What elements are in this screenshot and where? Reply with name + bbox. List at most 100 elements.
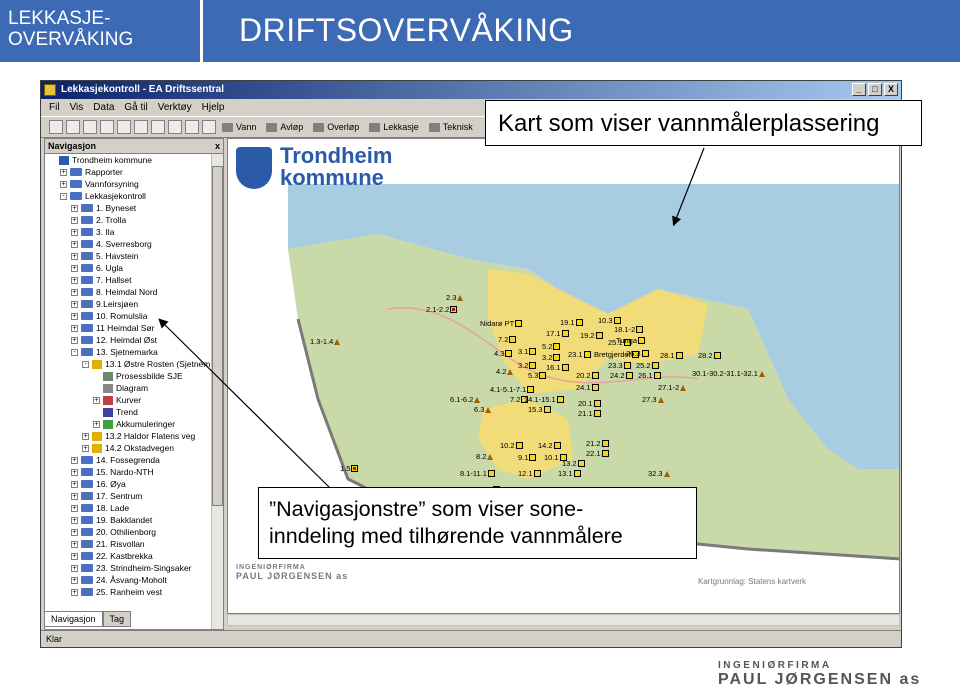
meter-marker[interactable]: 4.1-5.1-7.1 — [490, 385, 535, 394]
meter-marker[interactable]: 6.1-6.2 — [450, 395, 481, 404]
tree-item[interactable]: Trend — [93, 406, 138, 418]
refresh-icon[interactable] — [83, 120, 97, 134]
meter-marker[interactable]: 19.2 — [580, 331, 603, 340]
meter-marker[interactable]: 24.2 — [610, 371, 633, 380]
meter-marker[interactable]: 5.2 — [542, 342, 561, 351]
expand-icon[interactable]: + — [60, 180, 67, 188]
toolbar-vann-button[interactable]: Vann — [219, 119, 260, 135]
meter-marker[interactable]: 2.3 — [446, 293, 464, 302]
meter-marker[interactable]: 27.1-2 — [658, 383, 687, 392]
expand-icon[interactable]: + — [71, 324, 78, 332]
meter-marker[interactable]: 26.3 — [626, 349, 649, 358]
meter-marker[interactable]: 20.1 — [578, 399, 601, 408]
tree-item[interactable]: +12. Heimdal Øst — [71, 334, 157, 346]
expand-icon[interactable]: + — [71, 240, 78, 248]
meter-marker[interactable]: 10.2 — [500, 441, 523, 450]
meter-marker[interactable]: 4.3 — [494, 349, 513, 358]
tree-item[interactable]: +25. Ranheim vest — [71, 586, 162, 598]
meter-marker[interactable]: 8.1-11.1 — [460, 469, 495, 478]
panel-close-icon[interactable]: x — [215, 139, 220, 153]
tree-item[interactable]: +18. Lade — [71, 502, 129, 514]
meter-marker[interactable]: 3.2 — [518, 361, 537, 370]
tree-item[interactable]: +13.2 Haldor Flatens veg — [82, 430, 195, 442]
meter-marker[interactable]: 24.1 — [576, 383, 599, 392]
meter-marker[interactable]: 3.1 — [518, 347, 537, 356]
collapse-icon[interactable]: - — [71, 348, 78, 356]
tree-item[interactable]: +23. Strindheim-Singsaker — [71, 562, 191, 574]
list-icon[interactable] — [100, 120, 114, 134]
tree-item[interactable]: + Vannforsyning — [60, 178, 139, 190]
toolbar-overlop-button[interactable]: Overløp — [310, 119, 363, 135]
tree-item[interactable]: +3. Ila — [71, 226, 114, 238]
expand-icon[interactable]: + — [71, 516, 78, 524]
expand-icon[interactable]: + — [71, 468, 78, 476]
meter-marker[interactable]: 14.2 — [538, 441, 561, 450]
expand-icon[interactable]: + — [71, 588, 78, 596]
menu-tools[interactable]: Verktøy — [158, 99, 192, 116]
meter-marker[interactable]: 16.1 — [546, 363, 569, 372]
meter-marker[interactable]: 23.1 — [568, 350, 591, 359]
tree-item[interactable]: + Rapporter — [60, 166, 123, 178]
expand-icon[interactable]: + — [71, 540, 78, 548]
expand-icon[interactable]: + — [71, 252, 78, 260]
save-icon[interactable] — [202, 120, 216, 134]
print-icon[interactable] — [66, 120, 80, 134]
meter-marker[interactable]: 18.1-2 — [614, 325, 644, 334]
meter-marker[interactable]: Nidarø PT — [480, 319, 523, 328]
tree-item[interactable]: +9.Leirsjøen — [71, 298, 138, 310]
tree-item[interactable]: +2. Trolla — [71, 214, 126, 226]
meter-marker[interactable]: 10.3 — [598, 316, 621, 325]
meter-marker[interactable]: 8.2 — [476, 452, 494, 461]
expand-icon[interactable]: + — [71, 228, 78, 236]
meter-marker[interactable]: 12.1 — [518, 469, 541, 478]
meter-marker[interactable]: 21.1 — [578, 409, 601, 418]
tree-item[interactable]: +24. Åsvang-Moholt — [71, 574, 167, 586]
tree-item[interactable]: +8. Heimdal Nord — [71, 286, 157, 298]
meter-marker[interactable]: 14.1-15.1 — [524, 395, 564, 404]
tree-item[interactable]: +20. Othilienborg — [71, 526, 156, 538]
menu-view[interactable]: Vis — [70, 99, 84, 116]
expand-icon[interactable]: + — [71, 480, 78, 488]
expand-icon[interactable]: + — [71, 288, 78, 296]
tree-scrollbar[interactable] — [211, 154, 223, 629]
tree-item[interactable]: - Lekkasjekontroll — [60, 190, 146, 202]
meter-marker[interactable]: 3.2 — [542, 353, 561, 362]
expand-icon[interactable]: + — [93, 396, 100, 404]
menu-data[interactable]: Data — [93, 99, 114, 116]
meter-marker[interactable]: 1.5 — [340, 464, 359, 473]
expand-icon[interactable]: + — [71, 312, 78, 320]
meter-marker[interactable]: 1.3-1.4 — [310, 337, 341, 346]
expand-icon[interactable]: + — [71, 552, 78, 560]
tree-item[interactable]: +17. Sentrum — [71, 490, 142, 502]
meter-marker[interactable]: 23.3 — [608, 361, 631, 370]
meter-marker[interactable]: 20.2 — [576, 371, 599, 380]
tree-item[interactable]: +21. Risvollan — [71, 538, 145, 550]
toolbar-lekkasje-button[interactable]: Lekkasje — [366, 119, 423, 135]
meter-marker[interactable]: 15.3 — [528, 405, 551, 414]
meter-marker[interactable]: 28.1 — [660, 351, 683, 360]
meter-marker[interactable]: 25.2 — [636, 361, 659, 370]
toolbar-teknisk-button[interactable]: Teknisk — [426, 119, 477, 135]
expand-icon[interactable]: + — [71, 204, 78, 212]
chart-icon[interactable] — [151, 120, 165, 134]
tree-item[interactable]: - 13. Sjetnemarka — [71, 346, 158, 358]
menu-help[interactable]: Hjelp — [202, 99, 225, 116]
expand-icon[interactable]: + — [71, 300, 78, 308]
meter-marker[interactable]: 19.1 — [560, 318, 583, 327]
tab-tag[interactable]: Tag — [102, 611, 132, 627]
meter-marker[interactable]: 30.1-30.2-31.1-32.1 — [692, 369, 765, 378]
tools-icon[interactable] — [168, 120, 182, 134]
meter-marker[interactable]: 27.3 — [642, 395, 664, 404]
tree-item[interactable]: +22. Kastbrekka — [71, 550, 153, 562]
grid-icon[interactable] — [117, 120, 131, 134]
tree-item[interactable]: +15. Nardo-NTH — [71, 466, 154, 478]
meter-marker[interactable]: Tunga — [616, 336, 645, 345]
meter-marker[interactable]: 7.2 — [498, 335, 517, 344]
meter-marker[interactable]: 26.1 — [638, 371, 661, 380]
scrollbar-thumb[interactable] — [212, 166, 223, 506]
expand-icon[interactable]: + — [71, 456, 78, 464]
meter-marker[interactable]: 21.2 — [586, 439, 609, 448]
meter-marker[interactable]: 22.1 — [586, 449, 609, 458]
tree-item[interactable]: +14.2 Okstadvegen — [82, 442, 174, 454]
tree-item[interactable]: +7. Hallset — [71, 274, 131, 286]
